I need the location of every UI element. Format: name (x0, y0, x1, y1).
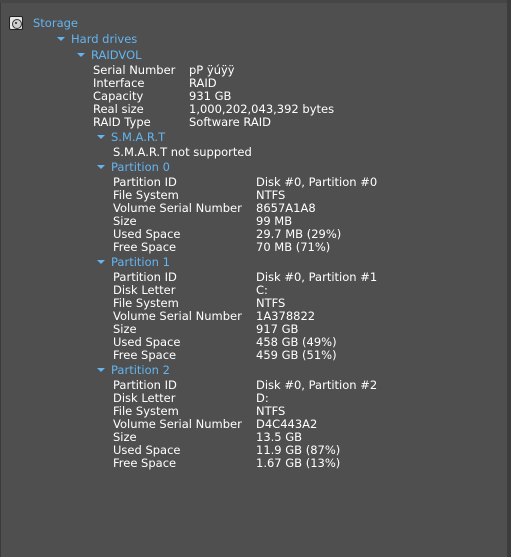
tree-node-storage[interactable]: Storage (33, 17, 78, 30)
property-value: 70 MB (71%) (256, 240, 331, 254)
triangle-down-icon[interactable] (97, 164, 105, 169)
tree-node-smart[interactable]: S.M.A.R.T (97, 131, 165, 144)
triangle-down-icon[interactable] (97, 367, 105, 372)
tree-node-partition-0[interactable]: Partition 0 (97, 161, 170, 174)
property-key: Free Space (113, 240, 177, 254)
hard-disk-icon (9, 16, 23, 30)
triangle-down-icon[interactable] (57, 36, 65, 41)
property-key: Free Space (113, 456, 177, 470)
storage-label: Storage (33, 16, 78, 30)
smart-label: S.M.A.R.T (111, 130, 166, 144)
tree-node-partition-1[interactable]: Partition 1 (97, 256, 170, 269)
property-value: Software RAID (189, 115, 271, 129)
tree-node-partition-2[interactable]: Partition 2 (97, 364, 170, 377)
triangle-down-icon[interactable] (77, 52, 85, 57)
tree-node-raidvol[interactable]: RAIDVOL (77, 49, 142, 62)
partition-label: Partition 2 (111, 363, 170, 377)
partition-label: Partition 0 (111, 160, 170, 174)
drive-label: RAIDVOL (91, 48, 142, 62)
triangle-down-icon[interactable] (97, 259, 105, 264)
partition-label: Partition 1 (111, 255, 170, 269)
top-border (0, 0, 511, 3)
property-value: Disk #0, Partition #1 (256, 270, 378, 284)
hard-drives-label: Hard drives (71, 32, 138, 46)
smart-status-text: S.M.A.R.T not supported (113, 145, 252, 159)
triangle-down-icon[interactable] (97, 134, 105, 139)
property-key: Free Space (113, 348, 177, 362)
right-border (507, 0, 511, 557)
tree-node-hard-drives[interactable]: Hard drives (57, 33, 137, 46)
property-value: 1.67 GB (13%) (256, 456, 341, 470)
property-value: Disk #0, Partition #2 (256, 378, 378, 392)
property-value: 459 GB (51%) (256, 348, 337, 362)
property-key: RAID Type (93, 115, 151, 129)
